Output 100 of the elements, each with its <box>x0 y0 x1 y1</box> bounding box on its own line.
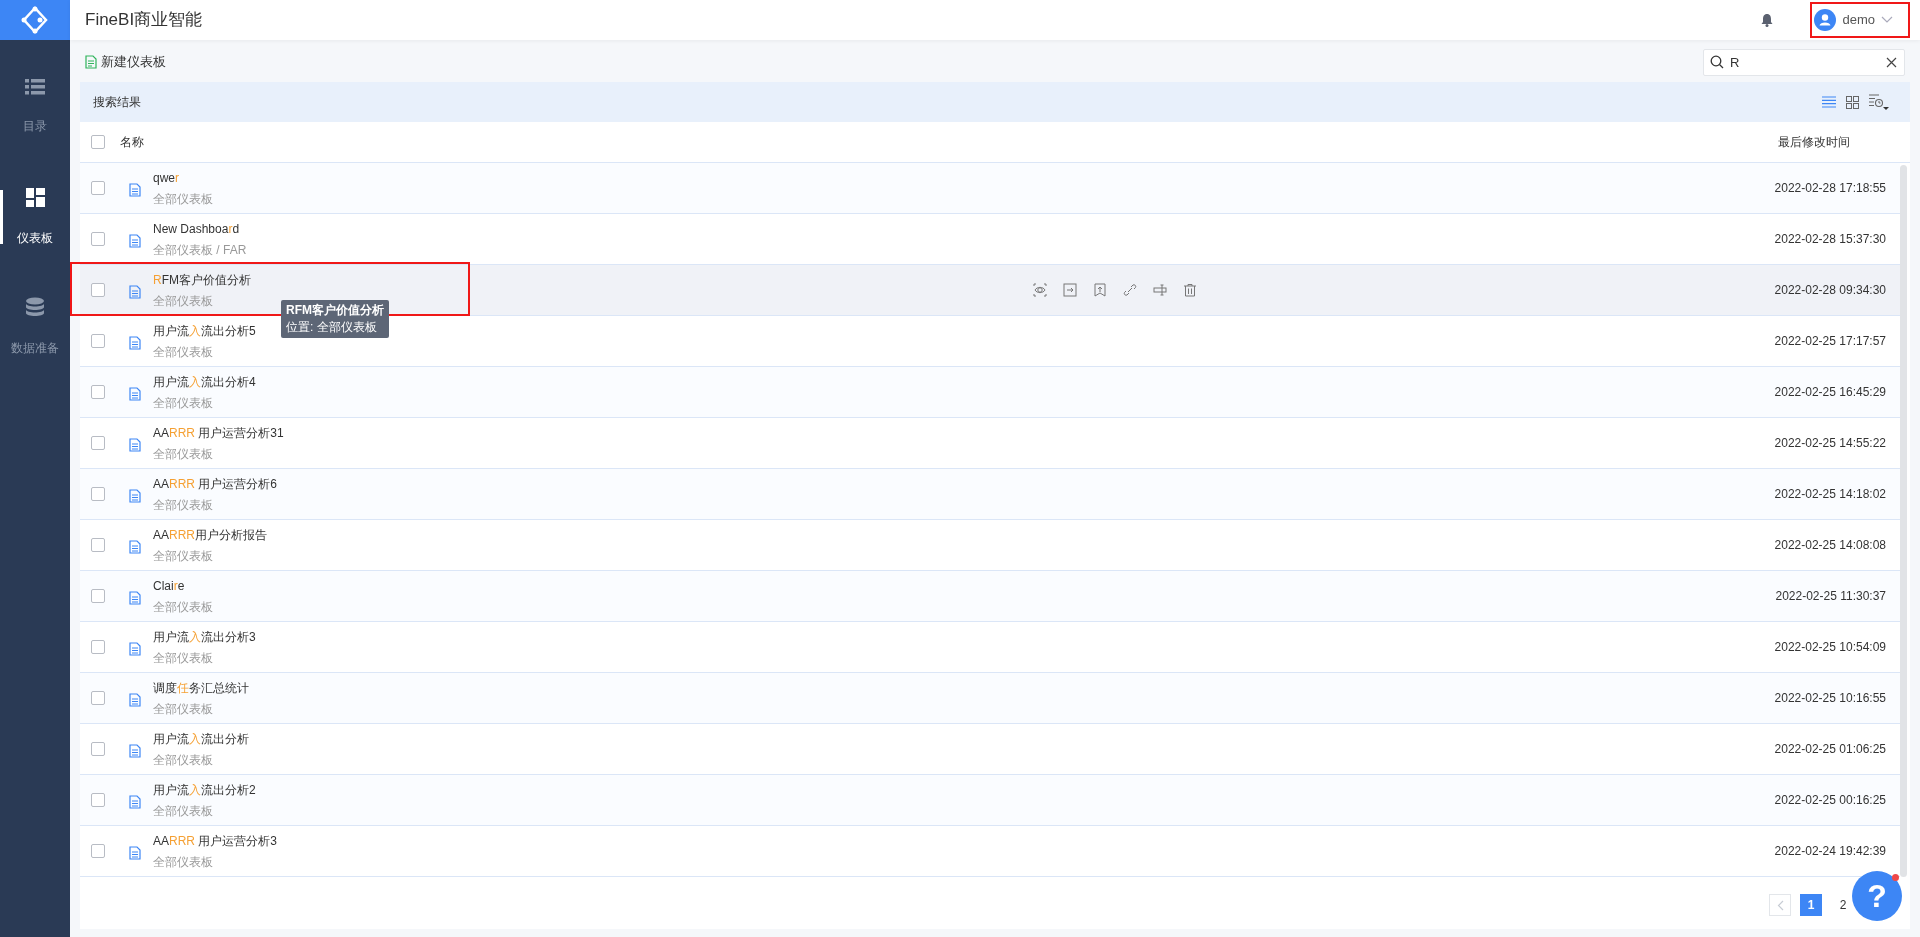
dashboard-path: 全部仪表板 <box>153 751 214 769</box>
dashboard-path: 全部仪表板 / FAR <box>153 241 247 259</box>
dashboard-path: 全部仪表板 <box>153 394 214 412</box>
document-icon <box>129 438 141 452</box>
bell-icon[interactable] <box>1760 13 1775 27</box>
dashboard-path: 全部仪表板 <box>153 343 214 361</box>
dashboard-name[interactable]: 用户流入流出分析2 <box>153 780 256 799</box>
row-checkbox[interactable] <box>91 538 105 552</box>
delete-icon[interactable] <box>1183 283 1197 297</box>
row-checkbox[interactable] <box>91 283 105 297</box>
dashboard-path: 全部仪表板 <box>153 853 214 871</box>
modified-time: 2022-02-28 15:37:30 <box>1774 231 1886 248</box>
modified-time: 2022-02-25 10:16:55 <box>1774 690 1886 707</box>
modified-time: 2022-02-24 19:42:39 <box>1774 843 1886 860</box>
dashboard-path: 全部仪表板 <box>153 649 214 667</box>
help-button[interactable]: ? <box>1852 871 1902 921</box>
document-icon <box>129 846 141 860</box>
row-checkbox[interactable] <box>91 640 105 654</box>
dashboard-name[interactable]: qwer <box>153 168 213 187</box>
dashboard-name[interactable]: Claire <box>153 576 213 595</box>
grid-view-icon[interactable] <box>1846 95 1859 109</box>
dashboard-path: 全部仪表板 <box>153 496 214 514</box>
dashboard-path: 全部仪表板 <box>153 802 214 820</box>
dashboard-path: 全部仪表板 <box>153 190 213 208</box>
document-icon <box>129 591 141 605</box>
list-icon <box>25 79 45 95</box>
dashboard-name[interactable]: 用户流入流出分析3 <box>153 627 256 646</box>
document-icon <box>129 744 141 758</box>
sort-icon[interactable] <box>1869 94 1889 110</box>
row-checkbox[interactable] <box>91 742 105 756</box>
document-icon <box>129 540 141 554</box>
dashboard-name[interactable]: AARRR 用户运营分析3 <box>153 831 278 850</box>
app-title: FineBI商业智能 <box>85 9 203 32</box>
row-checkbox[interactable] <box>91 589 105 603</box>
sidebar-item[interactable]: 数据准备 <box>0 272 70 382</box>
previous-page-button[interactable] <box>1769 894 1791 916</box>
modified-time: 2022-02-25 16:45:29 <box>1774 384 1886 401</box>
avatar-icon <box>1814 9 1837 31</box>
dashboard-path: 全部仪表板 <box>153 292 214 310</box>
user-menu[interactable]: demo <box>1814 9 1905 31</box>
modified-time: 2022-02-25 00:16:25 <box>1774 792 1886 809</box>
grid-icon <box>25 187 45 207</box>
row-checkbox[interactable] <box>91 385 105 399</box>
modified-time: 2022-02-25 14:55:22 <box>1774 435 1886 452</box>
modified-time: 2022-02-25 17:17:57 <box>1774 333 1886 350</box>
row-checkbox[interactable] <box>91 181 105 195</box>
dashboard-name[interactable]: AARRR 用户运营分析31 <box>153 423 284 442</box>
chevron-left-icon <box>1776 899 1784 911</box>
dashboard-path: 全部仪表板 <box>153 700 214 718</box>
dashboard-name[interactable]: New Dashboard <box>153 219 247 238</box>
row-checkbox[interactable] <box>91 691 105 705</box>
row-checkbox[interactable] <box>91 334 105 348</box>
select-all-checkbox[interactable] <box>91 135 105 149</box>
new-dashboard-button[interactable]: 新建仪表板 <box>85 52 166 72</box>
row-checkbox[interactable] <box>91 844 105 858</box>
table-row[interactable]: AARRR 用户运营分析6 全部仪表板 2022-02-25 14:18:02 <box>80 469 1900 520</box>
logo-icon <box>21 6 49 34</box>
dashboard-path: 全部仪表板 <box>153 547 214 565</box>
page-button[interactable]: 1 <box>1800 894 1822 916</box>
modified-time: 2022-02-28 09:34:30 <box>1774 282 1886 299</box>
search-field[interactable]: R <box>1703 48 1905 76</box>
document-icon <box>129 234 141 248</box>
user-name: demo <box>1842 11 1875 30</box>
document-icon <box>129 183 141 197</box>
link-icon[interactable] <box>1123 283 1137 297</box>
dashboard-name[interactable]: 用户流入流出分析5 <box>153 321 256 340</box>
dashboard-name[interactable]: RFM客户价值分析 <box>153 270 251 289</box>
dashboard-name[interactable]: 用户流入流出分析4 <box>153 372 256 391</box>
panel-title: 搜索结果 <box>93 94 141 111</box>
dashboard-name[interactable]: 调度任务汇总统计 <box>153 678 249 697</box>
scrollbar[interactable] <box>1900 165 1907 877</box>
table-row[interactable]: qwer 全部仪表板 2022-02-28 17:18:55 <box>80 163 1900 214</box>
table-row[interactable]: 用户流入流出分析2 全部仪表板 2022-02-25 00:16:25 <box>80 775 1900 826</box>
dashboard-name[interactable]: AARRR 用户运营分析6 <box>153 474 278 493</box>
row-checkbox[interactable] <box>91 436 105 450</box>
publish-icon[interactable] <box>1093 283 1107 297</box>
page-button[interactable]: 2 <box>1832 894 1854 916</box>
row-checkbox[interactable] <box>91 487 105 501</box>
table-row[interactable]: 调度任务汇总统计 全部仪表板 2022-02-25 10:16:55 <box>80 673 1900 724</box>
column-header: 最后修改时间 <box>1778 134 1850 151</box>
table-row[interactable]: Claire 全部仪表板 2022-02-25 11:30:37 <box>80 571 1900 622</box>
row-checkbox[interactable] <box>91 793 105 807</box>
sidebar-item[interactable]: 目录 <box>0 52 70 162</box>
modified-time: 2022-02-25 10:54:09 <box>1774 639 1886 656</box>
modified-time: 2022-02-28 17:18:55 <box>1774 180 1886 197</box>
table-row[interactable]: 用户流入流出分析4 全部仪表板 2022-02-25 16:45:29 <box>80 367 1900 418</box>
rename-icon[interactable] <box>1153 283 1167 297</box>
move-icon[interactable] <box>1063 283 1077 297</box>
list-view-icon[interactable] <box>1822 96 1836 108</box>
dashboard-name[interactable]: 用户流入流出分析 <box>153 729 249 748</box>
dashboard-name[interactable]: AARRR用户分析报告 <box>153 525 267 544</box>
column-header: 名称 <box>120 134 144 151</box>
modified-time: 2022-02-25 01:06:25 <box>1774 741 1886 758</box>
clear-icon[interactable] <box>1886 56 1897 68</box>
row-checkbox[interactable] <box>91 232 105 246</box>
view-icon[interactable] <box>1033 283 1047 297</box>
modified-time: 2022-02-25 11:30:37 <box>1775 588 1886 605</box>
document-icon <box>129 489 141 503</box>
chevron-down-icon <box>1881 16 1893 24</box>
sidebar-item[interactable]: 仪表板 <box>0 162 70 272</box>
